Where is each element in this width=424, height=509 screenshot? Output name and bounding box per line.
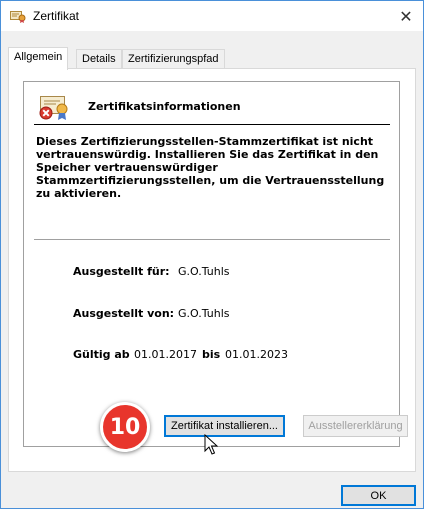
divider	[34, 239, 390, 240]
certificate-info-box: Zertifikatsinformationen Dieses Zertifiz…	[23, 81, 400, 447]
divider	[34, 124, 390, 125]
ok-button[interactable]: OK	[341, 485, 416, 506]
tab-zertifizierungspfad[interactable]: Zertifizierungspfad	[122, 49, 225, 69]
issued-to-label: Ausgestellt für:	[73, 265, 170, 278]
valid-from-label: Gültig ab	[73, 348, 130, 361]
valid-to-label: bis	[202, 348, 221, 361]
issued-by-value: G.O.Tuhls	[178, 307, 230, 320]
issuer-statement-button: Ausstellererklärung	[303, 415, 408, 437]
certificate-icon	[10, 9, 26, 23]
mouse-pointer-icon	[204, 433, 219, 456]
issued-to-value: G.O.Tuhls	[178, 265, 230, 278]
info-heading: Zertifikatsinformationen	[88, 100, 241, 113]
install-certificate-button[interactable]: Zertifikat installieren...	[164, 415, 285, 437]
step-number-badge: 10	[100, 402, 150, 452]
valid-to-value: 01.01.2023	[225, 348, 288, 361]
window-title: Zertifikat	[33, 9, 80, 23]
tab-allgemein[interactable]: Allgemein	[8, 47, 69, 70]
tab-details[interactable]: Details	[76, 49, 122, 69]
trust-warning-text: Dieses Zertifizierungsstellen-Stammzerti…	[36, 135, 385, 200]
certificate-dialog: Zertifikat ✕ Allgemein Details Zertifizi…	[0, 0, 424, 509]
title-bar: Zertifikat ✕	[1, 1, 423, 31]
issued-by-label: Ausgestellt von:	[73, 307, 175, 320]
close-icon[interactable]: ✕	[389, 1, 423, 31]
valid-from-value: 01.01.2017	[134, 348, 197, 361]
certificate-error-icon	[38, 93, 72, 121]
